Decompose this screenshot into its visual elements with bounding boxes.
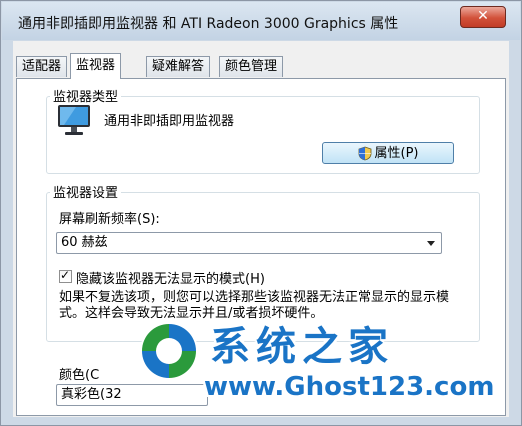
uac-shield-icon (358, 146, 371, 161)
colors-value: 真彩色(32 (61, 387, 122, 402)
tab-monitor[interactable]: 监视器 (70, 53, 122, 79)
chevron-down-icon (427, 241, 435, 246)
tab-adapter[interactable]: 适配器 (16, 56, 68, 77)
watermark-title: 系统之家 (210, 324, 394, 370)
properties-button-label: 属性(P) (374, 146, 419, 161)
tab-color-management[interactable]: 颜色管理 (219, 56, 284, 77)
monitor-icon (58, 105, 90, 135)
hide-modes-label[interactable]: 隐藏该监视器无法显示的模式(H) (76, 268, 265, 287)
colors-label: 颜色(C (59, 368, 100, 383)
monitor-settings-label: 监视器设置 (50, 182, 122, 201)
refresh-rate-label: 屏幕刷新频率(S): (59, 212, 160, 227)
properties-button[interactable]: 属性(P) (322, 142, 454, 164)
title-bar[interactable]: 通用非即插即用监视器 和 ATI Radeon 3000 Graphics 属性… (2, 2, 520, 40)
window-title: 通用非即插即用监视器 和 ATI Radeon 3000 Graphics 属性 (18, 16, 399, 32)
refresh-rate-select[interactable]: 60 赫兹 (56, 232, 442, 254)
refresh-rate-value: 60 赫兹 (61, 235, 108, 250)
watermark-logo-icon (140, 322, 198, 380)
close-button[interactable]: ✕ (460, 6, 506, 28)
colors-select[interactable]: 真彩色(32 (56, 384, 208, 406)
monitor-name: 通用非即插即用监视器 (104, 114, 235, 129)
checkmark-icon: ✓ (60, 268, 71, 282)
hide-modes-checkbox[interactable]: ✓ (59, 268, 72, 283)
tab-troubleshoot[interactable]: 疑难解答 (146, 56, 211, 77)
watermark-url: www.Ghost123.com (204, 372, 495, 402)
